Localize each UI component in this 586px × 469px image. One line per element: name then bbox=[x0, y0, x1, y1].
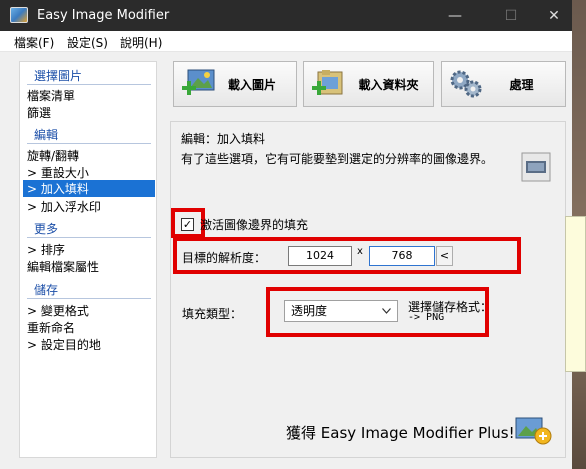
sidebar-nav: 選擇圖片 檔案清單 篩選 編輯 旋轉/翻轉 > 重設大小 > 加入填料 > 加入… bbox=[19, 61, 157, 458]
sidebar-item-sort[interactable]: > 排序 bbox=[27, 241, 65, 258]
chevron-down-icon bbox=[382, 308, 391, 314]
height-input[interactable]: 768 bbox=[369, 246, 435, 266]
sidebar-item-add-padding[interactable]: > 加入填料 bbox=[23, 180, 155, 197]
process-label: 處理 bbox=[509, 77, 534, 92]
app-photo-icon bbox=[10, 7, 28, 23]
sidebar-item-set-destination[interactable]: > 設定目的地 bbox=[27, 336, 101, 353]
section-divider bbox=[27, 237, 151, 238]
times-symbol: x bbox=[357, 246, 363, 257]
sidebar-item-file-list[interactable]: 檔案清單 bbox=[27, 87, 75, 104]
load-folder-button[interactable]: 載入資料夾 bbox=[303, 61, 434, 107]
target-resolution-label: 目標的解析度： bbox=[182, 251, 267, 265]
window-title: Easy Image Modifier bbox=[37, 8, 170, 23]
title-bar[interactable]: Easy Image Modifier — ☐ ✕ bbox=[0, 0, 572, 31]
menu-file[interactable]: 檔案(F) bbox=[14, 34, 54, 51]
save-format-hint-line2: -> PNG bbox=[408, 312, 445, 323]
section-divider bbox=[27, 84, 151, 85]
plus-badge-icon bbox=[515, 417, 552, 445]
sidebar-section-more: 更多 bbox=[34, 222, 59, 236]
sidebar-section-save: 儲存 bbox=[34, 283, 59, 297]
panel-heading: 編輯：加入填料 bbox=[181, 132, 266, 146]
main-window: Easy Image Modifier — ☐ ✕ 檔案(F) 設定(S) 說明… bbox=[0, 0, 572, 469]
image-preview-icon bbox=[521, 152, 551, 182]
menu-help[interactable]: 說明(H) bbox=[120, 34, 162, 51]
load-images-button[interactable]: 載入圖片 bbox=[173, 61, 297, 107]
load-folder-label: 載入資料夾 bbox=[358, 77, 419, 92]
section-divider bbox=[27, 298, 151, 299]
sidebar-item-add-watermark[interactable]: > 加入浮水印 bbox=[27, 198, 101, 215]
sidebar-section-select-images: 選擇圖片 bbox=[34, 69, 83, 83]
sidebar-item-change-format[interactable]: > 變更格式 bbox=[27, 302, 89, 319]
reset-resolution-button[interactable]: < bbox=[436, 246, 453, 266]
sidebar-item-filter[interactable]: 篩選 bbox=[27, 104, 51, 121]
side-note-panel bbox=[565, 216, 586, 372]
sidebar-item-resize[interactable]: > 重設大小 bbox=[27, 164, 89, 181]
sidebar-item-rotate-flip[interactable]: 旋轉/翻轉 bbox=[27, 147, 79, 164]
load-images-label: 載入圖片 bbox=[227, 77, 276, 92]
fill-type-select[interactable]: 透明度 bbox=[284, 300, 398, 322]
close-button[interactable]: ✕ bbox=[531, 0, 572, 31]
activate-padding-label: 激活圖像邊界的填充 bbox=[200, 218, 309, 232]
panel-description: 有了這些選項，它有可能要墊到選定的分辨率的圖像邊界。 bbox=[181, 152, 494, 166]
section-divider bbox=[27, 143, 151, 144]
menu-settings[interactable]: 設定(S) bbox=[67, 34, 108, 51]
maximize-button[interactable]: ☐ bbox=[488, 0, 534, 31]
fill-type-label: 填充類型： bbox=[182, 307, 243, 321]
sidebar-item-rename[interactable]: 重新命名 bbox=[27, 319, 75, 336]
menu-bar: 檔案(F) 設定(S) 說明(H) bbox=[0, 31, 572, 52]
sidebar-section-edit: 編輯 bbox=[34, 128, 59, 142]
minimize-button[interactable]: — bbox=[432, 0, 478, 31]
process-button[interactable]: 處理 bbox=[441, 61, 566, 107]
width-input[interactable]: 1024 bbox=[288, 246, 352, 266]
upgrade-promo-link[interactable]: 獲得 Easy Image Modifier Plus! bbox=[286, 422, 515, 443]
fill-type-value: 透明度 bbox=[291, 304, 328, 318]
activate-padding-checkbox[interactable]: ✓ bbox=[181, 218, 194, 231]
sidebar-item-edit-file-props[interactable]: 編輯檔案屬性 bbox=[27, 258, 99, 275]
